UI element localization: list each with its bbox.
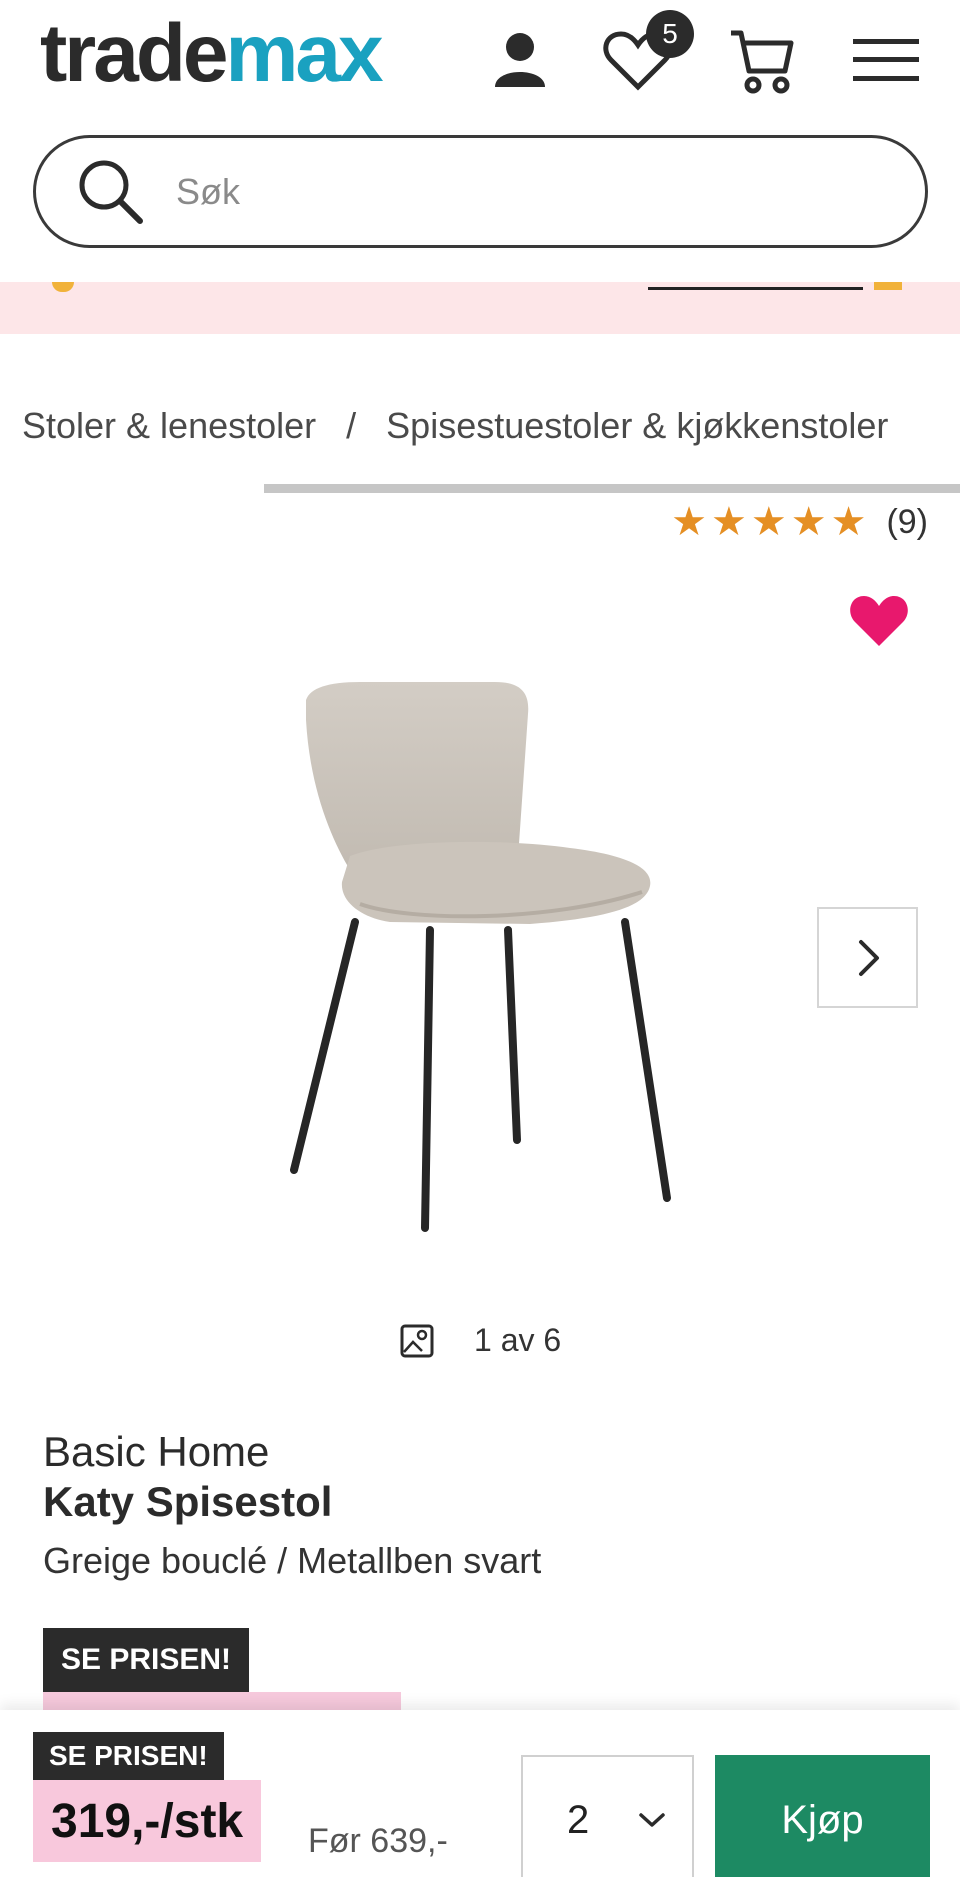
promo-decoration — [52, 282, 74, 292]
rating-count: (9) — [886, 502, 928, 541]
chevron-down-icon — [639, 1813, 665, 1827]
gallery-counter-text: 1 av 6 — [474, 1322, 562, 1358]
promo-banner[interactable] — [0, 282, 960, 334]
product-rating[interactable]: ★ ★ ★ ★ ★ (9) — [671, 500, 928, 544]
gallery-next-button[interactable] — [817, 907, 918, 1008]
favorite-heart-icon[interactable] — [848, 592, 910, 650]
promo-decoration — [648, 284, 863, 290]
quantity-select[interactable]: 2 — [521, 1755, 694, 1877]
logo-part-trade: trade — [40, 8, 229, 99]
trademax-logo[interactable]: trademax — [40, 4, 384, 104]
account-icon[interactable] — [480, 20, 560, 100]
sticky-price-tag-label: SE PRISEN! — [33, 1732, 224, 1780]
breadcrumb-separator: / — [346, 405, 357, 446]
search-input[interactable] — [176, 170, 876, 213]
search-bar[interactable] — [33, 135, 928, 248]
breadcrumb: Stoler & lenestoler / Spisestuestoler & kj… — [22, 405, 888, 447]
breadcrumb-item-spisestuestoler[interactable]: Spisestuestoler & kjøkkenstoler — [386, 405, 888, 446]
star-icon: ★ — [750, 500, 787, 544]
product-variant: Greige bouclé / Metallben svart — [43, 1540, 542, 1581]
star-icon: ★ — [671, 500, 707, 544]
wishlist-count-badge: 5 — [646, 10, 694, 58]
chevron-right-icon — [858, 939, 879, 976]
menu-icon[interactable] — [846, 20, 926, 100]
buy-button[interactable]: Kjøp — [715, 1755, 930, 1877]
star-icon: ★ — [790, 500, 827, 544]
promo-decoration — [874, 282, 902, 290]
image-icon — [400, 1324, 434, 1357]
sticky-before-price: Før 639,- — [308, 1822, 448, 1860]
header: trademax 5 — [0, 0, 960, 120]
breadcrumb-scrollbar[interactable] — [264, 484, 960, 493]
rating-stars: ★ ★ ★ ★ ★ — [671, 500, 866, 544]
price-tag-label: SE PRISEN! — [43, 1628, 250, 1692]
logo-part-max: max — [225, 8, 384, 99]
gallery-counter[interactable]: 1 av 6 — [400, 1322, 561, 1359]
product-title: Katy Spisestol — [43, 1478, 333, 1525]
product-image[interactable] — [270, 660, 690, 1240]
breadcrumb-item-stoler[interactable]: Stoler & lenestoler — [22, 405, 316, 446]
star-icon: ★ — [711, 500, 747, 544]
star-icon: ★ — [830, 500, 867, 544]
sticky-price: 319,-/stk — [33, 1780, 262, 1862]
search-icon — [79, 160, 143, 224]
quantity-value: 2 — [567, 1797, 590, 1842]
product-brand[interactable]: Basic Home — [43, 1428, 269, 1476]
cart-icon[interactable] — [722, 20, 802, 100]
sticky-buy-bar: SE PRISEN! 319,-/stk Før 639,- 2 Kjøp — [0, 1710, 960, 1877]
price-highlight — [43, 1692, 401, 1712]
